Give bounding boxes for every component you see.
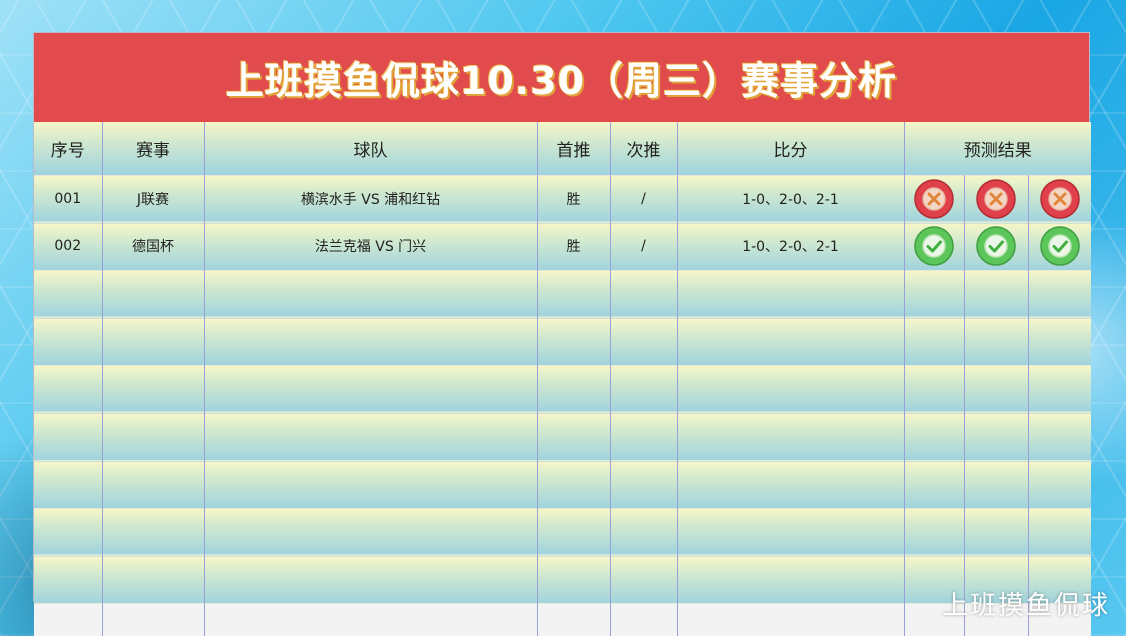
analysis-card: 上班摸鱼侃球10.30（周三）赛事分析 序号 赛事 球队 首推 次推 比分 预测… — [33, 32, 1092, 636]
wrong-icon — [1039, 178, 1081, 220]
table-row-empty — [34, 555, 1092, 604]
cell-first-pick: 胜 — [537, 174, 611, 223]
header-first-pick: 首推 — [537, 122, 611, 175]
page-title: 上班摸鱼侃球10.30（周三）赛事分析 — [225, 59, 898, 103]
cell-score: 1-0、2-0、2-1 — [677, 222, 905, 271]
watermark: 上班摸鱼侃球 — [941, 591, 1110, 621]
cell-result — [904, 222, 965, 271]
table-header-row: 序号 赛事 球队 首推 次推 比分 预测结果 — [34, 122, 1092, 175]
correct-icon — [975, 225, 1017, 267]
table-row-empty — [34, 412, 1092, 461]
cell-score: 1-0、2-0、2-1 — [677, 174, 905, 223]
cell-teams: 横滨水手 VS 浦和红钻 — [204, 174, 538, 223]
wrong-icon — [913, 178, 955, 220]
header-teams: 球队 — [204, 122, 538, 175]
header-score: 比分 — [677, 122, 905, 175]
table-row-empty — [34, 507, 1092, 556]
correct-icon — [1039, 225, 1081, 267]
table-row-empty — [34, 364, 1092, 413]
table-row: 001 J联赛 横滨水手 VS 浦和红钻 胜 / 1-0、2-0、2-1 — [34, 174, 1092, 223]
table-row-empty — [34, 602, 1092, 636]
title-bar: 上班摸鱼侃球10.30（周三）赛事分析 — [34, 33, 1089, 122]
table-row: 002 德国杯 法兰克福 VS 门兴 胜 / 1-0、2-0、2-1 — [34, 222, 1092, 271]
header-event: 赛事 — [102, 122, 205, 175]
header-second-pick: 次推 — [610, 122, 678, 175]
cell-event: 德国杯 — [102, 222, 205, 271]
cell-result — [1028, 174, 1092, 223]
match-table: 序号 赛事 球队 首推 次推 比分 预测结果 001 J联赛 横滨水手 VS 浦… — [34, 122, 1092, 636]
cell-result — [1028, 222, 1092, 271]
table-row-empty — [34, 269, 1092, 318]
cell-result — [964, 174, 1029, 223]
table-row-empty — [34, 317, 1092, 366]
cell-second-pick: / — [610, 174, 678, 223]
cell-seq: 001 — [34, 174, 103, 223]
table-row-empty — [34, 460, 1092, 509]
cell-second-pick: / — [610, 222, 678, 271]
correct-icon — [913, 225, 955, 267]
cell-event: J联赛 — [102, 174, 205, 223]
wrong-icon — [975, 178, 1017, 220]
cell-result — [964, 222, 1029, 271]
cell-teams: 法兰克福 VS 门兴 — [204, 222, 538, 271]
cell-seq: 002 — [34, 222, 103, 271]
header-seq: 序号 — [34, 122, 103, 175]
header-result: 预测结果 — [904, 122, 1092, 175]
cell-result — [904, 174, 965, 223]
cell-first-pick: 胜 — [537, 222, 611, 271]
